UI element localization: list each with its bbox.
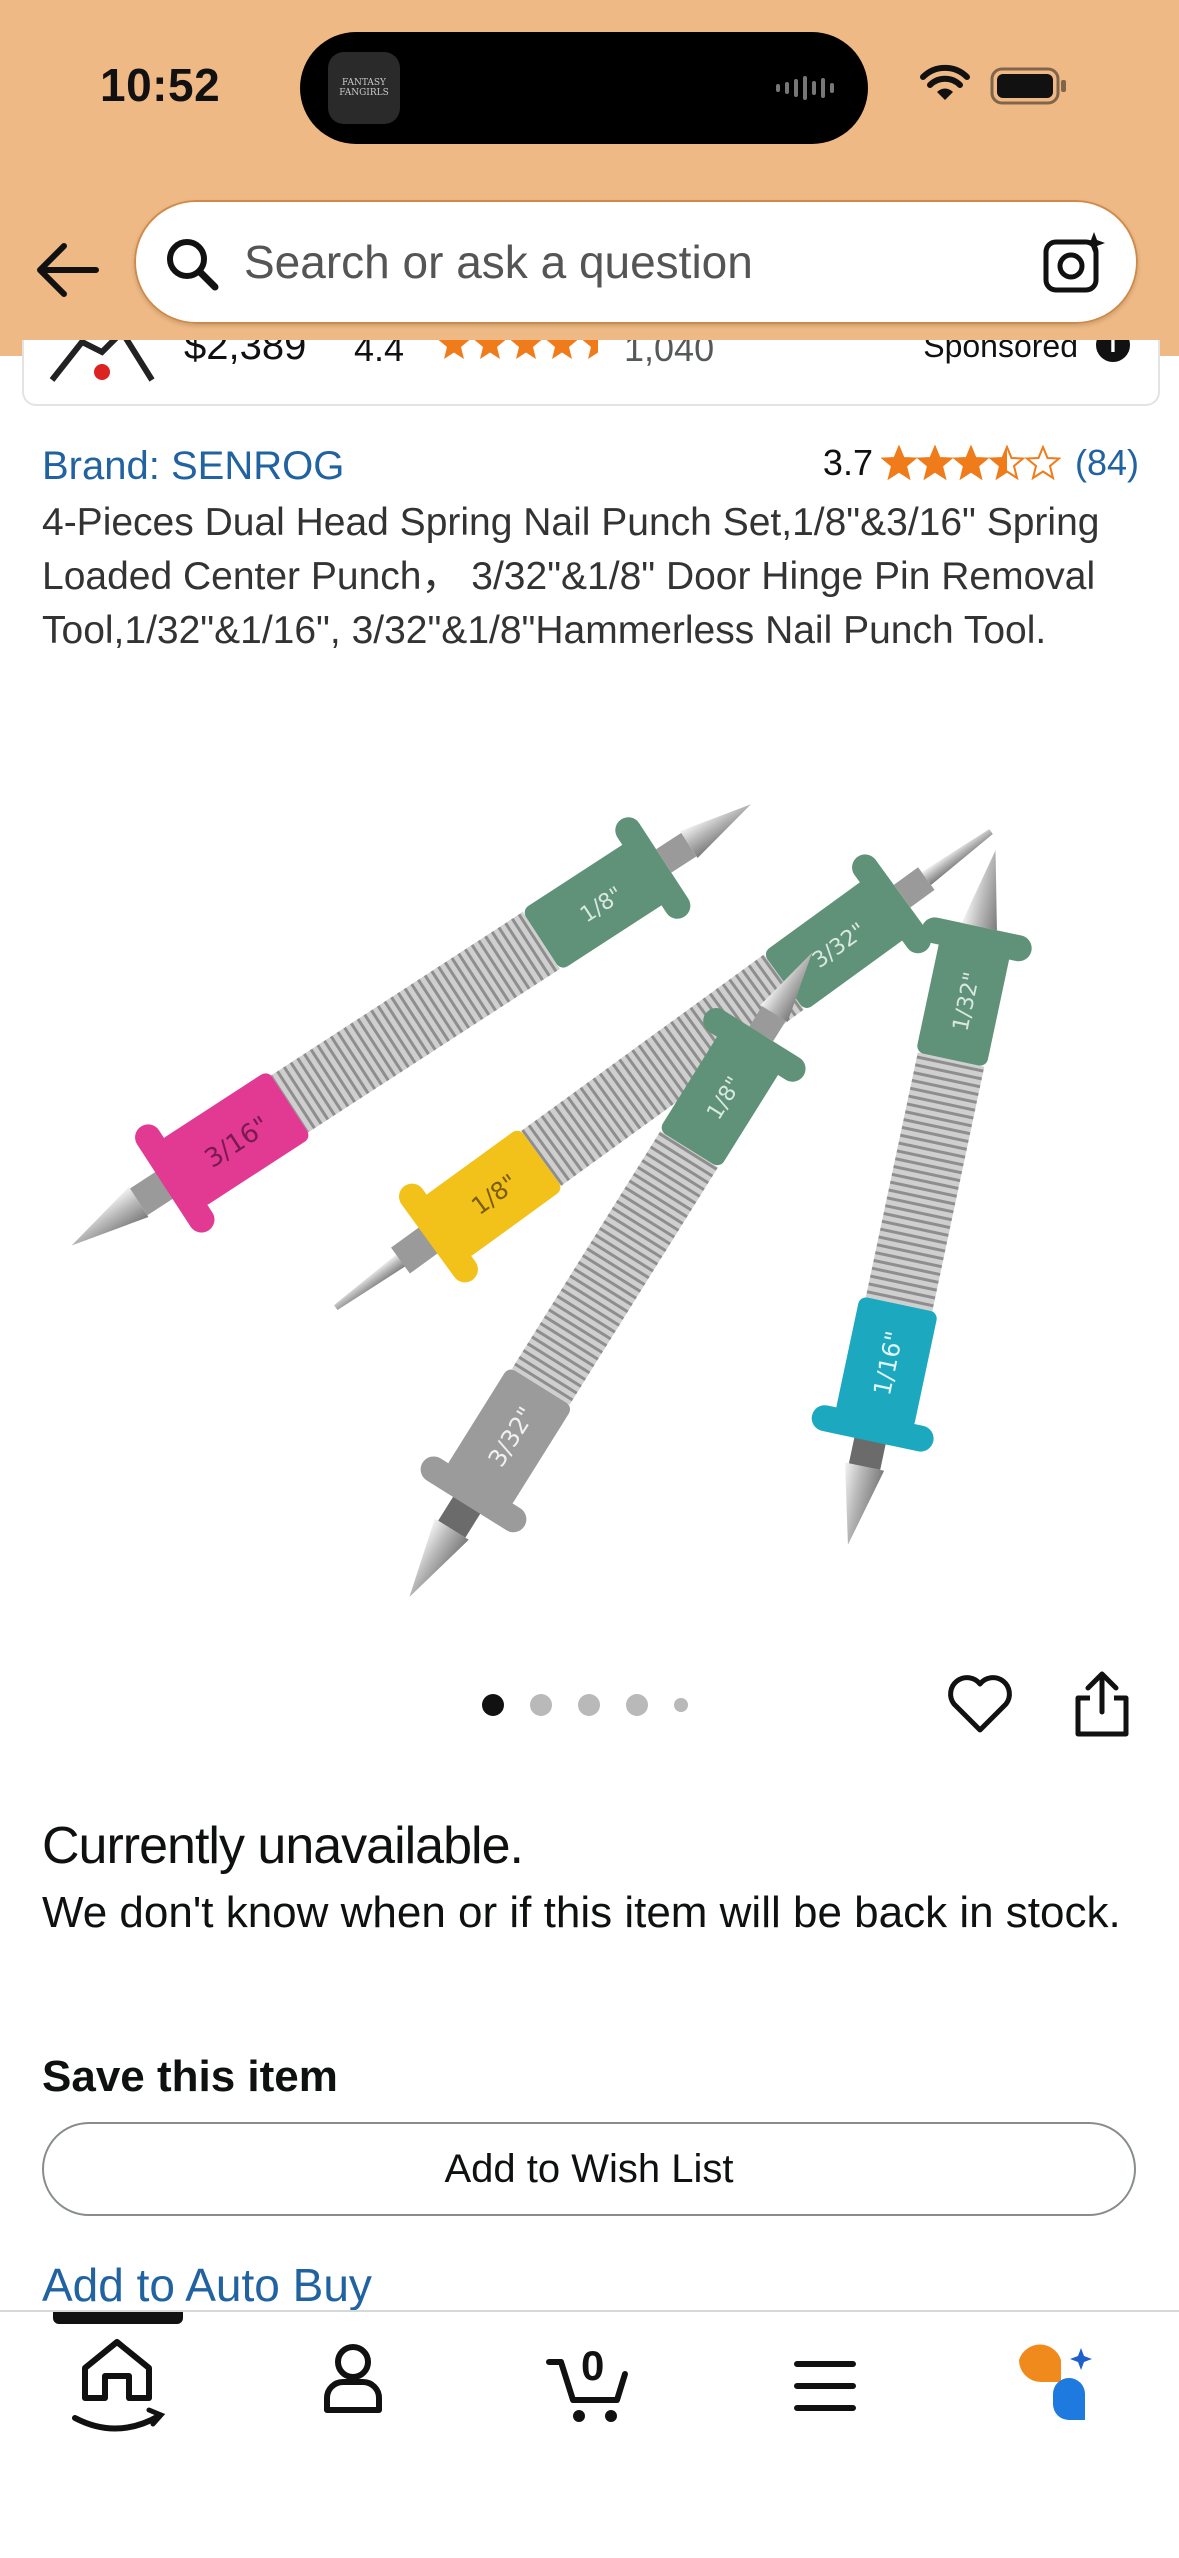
carousel-dot[interactable] [626,1694,648,1716]
active-tab-indicator [53,2312,183,2324]
status-time: 10:52 [100,59,221,111]
sponsored-product-thumbnail [49,340,155,382]
product-title: 4-Pieces Dual Head Spring Nail Punch Set… [42,501,1100,652]
rufus-icon [1019,2344,1092,2420]
nav-rufus-assistant[interactable] [961,2312,1161,2462]
cart-count-badge: 0 [581,2342,605,2389]
share-icon[interactable] [1070,1670,1134,1738]
carousel-dot[interactable] [482,1694,504,1716]
app-header: 10:52 FANTASY FANGIRLS [0,0,1179,356]
product-rating[interactable]: 3.7 (84) [823,442,1139,484]
search-input[interactable] [244,230,1004,294]
search-icon [167,239,219,291]
nav-cart[interactable]: 0 [489,2312,689,2462]
sponsored-rating: 4.4 [354,340,405,369]
home-icon [72,2339,166,2432]
nav-menu[interactable] [725,2312,925,2462]
availability-description: We don't know when or if this item will … [42,1888,1121,1937]
carousel-dot[interactable] [674,1698,688,1712]
availability-title: Currently unavailable. [42,1817,524,1875]
add-to-wish-list-button[interactable]: Add to Wish List [42,2122,1136,2216]
rating-value: 3.7 [822,442,873,483]
carousel-dots[interactable] [482,1694,688,1716]
save-item-heading: Save this item [42,2052,338,2101]
sponsored-product-strip[interactable]: $2,389 4.4 1,040 Sponsored i [22,340,1160,406]
sponsored-stars [436,340,616,362]
camera-lens-icon[interactable] [1042,230,1108,296]
nav-home[interactable] [17,2312,217,2462]
review-count-link[interactable]: (84) [1075,442,1139,484]
carousel-dot[interactable] [530,1694,552,1716]
info-icon[interactable]: i [1096,340,1130,362]
sponsored-label: Sponsored [923,340,1078,364]
nav-account[interactable] [253,2312,453,2462]
star-rating-icon [438,340,598,359]
app-icon-text: FANTASY FANGIRLS [339,78,389,98]
back-arrow-icon[interactable] [30,232,106,308]
heart-icon[interactable] [946,1670,1014,1738]
audio-wave-icon [776,76,834,100]
battery-icon [990,67,1066,105]
sponsored-price: $2,389 [184,340,307,368]
bottom-navigation: 0 [0,2310,1179,2558]
sponsored-review-count: 1,040 [624,340,715,369]
wifi-icon [920,64,970,100]
star-rating-icon [880,445,1061,481]
dynamic-island: FANTASY FANGIRLS [300,32,868,144]
carousel-dot[interactable] [578,1694,600,1716]
product-image[interactable]: 3/16" 1/8" 1/8" 3/32" 3/32" 1/8" 1/16" 1… [40,700,1140,1620]
search-bar[interactable] [134,200,1138,324]
menu-icon [794,2361,856,2411]
add-to-auto-buy-link[interactable]: Add to Auto Buy [42,2258,372,2312]
brand-link[interactable]: Brand: SENROG [42,444,344,489]
now-playing-app-icon[interactable]: FANTASY FANGIRLS [328,52,400,124]
account-icon [324,2344,382,2413]
